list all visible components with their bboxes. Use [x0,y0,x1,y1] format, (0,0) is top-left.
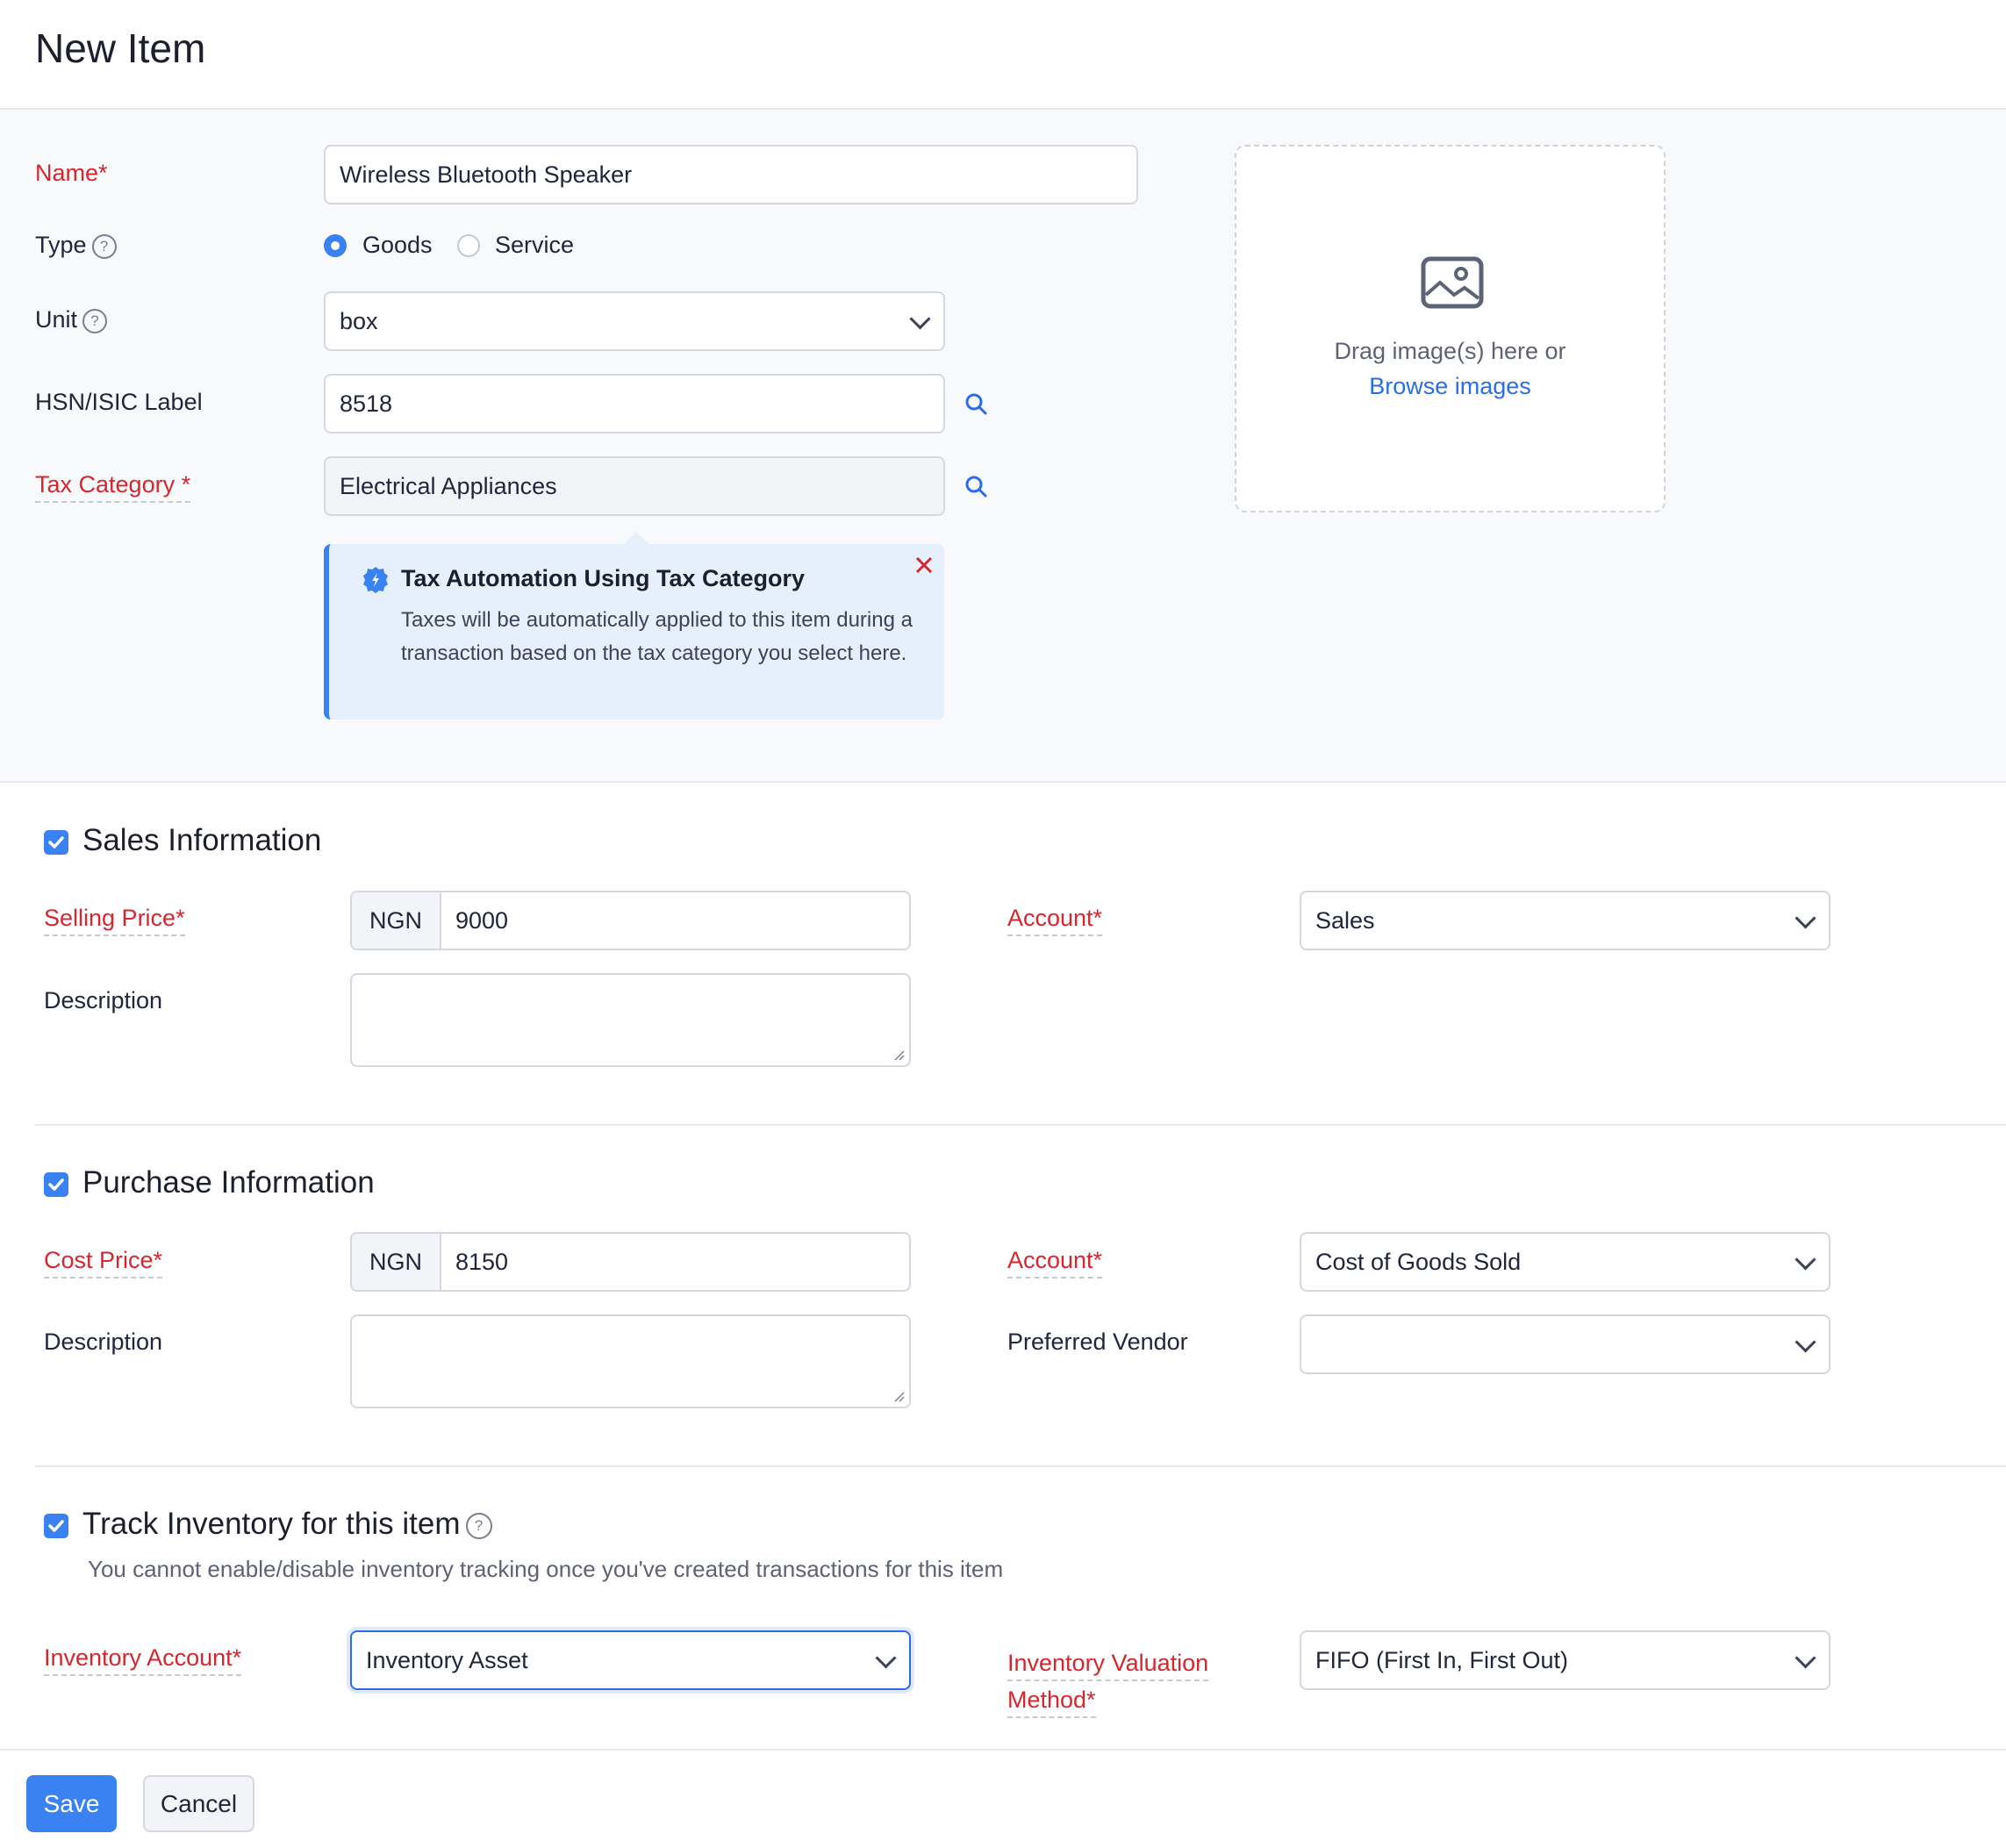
image-upload-dropzone[interactable]: Drag image(s) here or Browse images [1235,145,1666,512]
purchase-description-textarea[interactable] [350,1314,911,1408]
sales-account-select[interactable]: Sales [1300,891,1830,950]
tax-automation-callout: Tax Automation Using Tax Category Taxes … [324,532,944,720]
type-label: Type? [35,232,117,259]
unit-label: Unit? [35,306,108,333]
close-icon[interactable] [913,555,935,580]
purchase-account-label-text: Account* [1007,1247,1103,1279]
inventory-valuation-label: Inventory Valuation Method* [1007,1644,1209,1718]
callout-pointer [624,532,648,544]
tax-category-input-value: Electrical Appliances [340,472,557,499]
inventory-account-label: Inventory Account* [44,1644,242,1676]
type-label-text: Type [35,232,87,258]
selling-price-label-text: Selling Price* [44,905,185,936]
name-input-value: Wireless Bluetooth Speaker [340,161,633,188]
purchase-info-checkbox[interactable] [44,1172,68,1197]
inventory-valuation-select[interactable]: FIFO (First In, First Out) [1300,1630,1830,1690]
purchase-info-heading: Purchase Information [82,1165,375,1200]
hsn-search-icon[interactable] [964,391,988,420]
inventory-valuation-label-line1: Inventory Valuation [1007,1650,1209,1681]
sales-info-heading: Sales Information [82,823,322,857]
cost-price-value: 8150 [455,1248,509,1275]
purchase-account-label: Account* [1007,1247,1103,1279]
type-goods-label[interactable]: Goods [362,232,433,259]
type-goods-radio[interactable] [324,234,347,257]
tax-category-label: Tax Category * [35,471,191,503]
page-title: New Item [35,25,206,71]
inventory-valuation-label-line2: Method* [1007,1687,1096,1718]
selling-price-label: Selling Price* [44,905,185,936]
type-help-icon[interactable]: ? [91,233,117,259]
purchase-description-label: Description [44,1329,163,1355]
chevron-down-icon [875,1647,897,1669]
tax-category-label-text: Tax Category * [35,471,191,503]
cost-price-label-text: Cost Price* [44,1247,163,1279]
hsn-label: HSN/ISIC Label [35,389,203,415]
track-inventory-checkbox[interactable] [44,1514,68,1538]
chevron-down-icon [1795,1647,1816,1669]
chevron-down-icon [1795,1249,1816,1271]
track-inventory-heading: Track Inventory for this item? [82,1507,492,1542]
track-inventory-heading-text: Track Inventory for this item [82,1507,461,1541]
section-divider [35,1124,2006,1126]
sales-account-label-text: Account* [1007,905,1103,936]
basic-info-section [0,110,2006,783]
track-inventory-help-icon[interactable]: ? [465,1512,492,1539]
unit-select-value: box [340,307,378,334]
tax-category-input[interactable]: Electrical Appliances [324,456,945,516]
sales-description-textarea[interactable] [350,973,911,1067]
check-icon [48,1178,64,1191]
section-divider [35,1465,2006,1467]
image-icon [1421,256,1484,313]
cost-price-label: Cost Price* [44,1247,163,1279]
sales-account-value: Sales [1315,906,1375,934]
type-service-label[interactable]: Service [495,232,574,259]
inventory-valuation-value: FIFO (First In, First Out) [1315,1646,1568,1673]
selling-price-value: 9000 [455,906,509,934]
gear-icon [361,565,390,599]
inventory-account-label-text: Inventory Account* [44,1644,242,1676]
check-icon [48,1520,64,1532]
preferred-vendor-label: Preferred Vendor [1007,1329,1188,1355]
selling-price-input[interactable]: NGN 9000 [350,891,911,950]
type-service-radio[interactable] [457,234,480,257]
chevron-down-icon [909,308,931,330]
sales-account-label: Account* [1007,905,1103,936]
unit-help-icon[interactable]: ? [82,308,108,333]
check-icon [48,836,64,849]
sales-description-label: Description [44,987,163,1014]
name-input[interactable]: Wireless Bluetooth Speaker [324,145,1138,204]
drag-images-text: Drag image(s) here or [1334,338,1566,364]
cost-price-input[interactable]: NGN 8150 [350,1232,911,1292]
resize-handle-icon [894,1050,905,1061]
chevron-down-icon [1795,1331,1816,1353]
unit-label-text: Unit [35,306,78,333]
hsn-input-value: 8518 [340,390,393,417]
chevron-down-icon [1795,907,1816,929]
name-label: Name* [35,160,108,186]
callout-title: Tax Automation Using Tax Category [401,565,806,591]
inventory-account-select[interactable]: Inventory Asset [350,1630,911,1690]
purchase-account-select[interactable]: Cost of Goods Sold [1300,1232,1830,1292]
purchase-account-value: Cost of Goods Sold [1315,1248,1522,1275]
hsn-input[interactable]: 8518 [324,374,945,433]
save-button[interactable]: Save [26,1775,117,1832]
unit-select[interactable]: box [324,291,945,351]
inventory-note: You cannot enable/disable inventory trac… [88,1556,1004,1582]
page-header: New Item [0,0,2006,110]
tax-category-search-icon[interactable] [964,474,988,503]
callout-body: Taxes will be automatically applied to t… [401,608,913,665]
preferred-vendor-select[interactable] [1300,1314,1830,1374]
form-footer [0,1749,2006,1848]
inventory-account-value: Inventory Asset [366,1646,528,1673]
cancel-button[interactable]: Cancel [143,1775,254,1832]
resize-handle-icon [894,1392,905,1402]
selling-currency-prefix: NGN [352,892,441,949]
browse-images-link[interactable]: Browse images [1236,373,1664,400]
sales-info-checkbox[interactable] [44,830,68,855]
cost-currency-prefix: NGN [352,1234,441,1290]
